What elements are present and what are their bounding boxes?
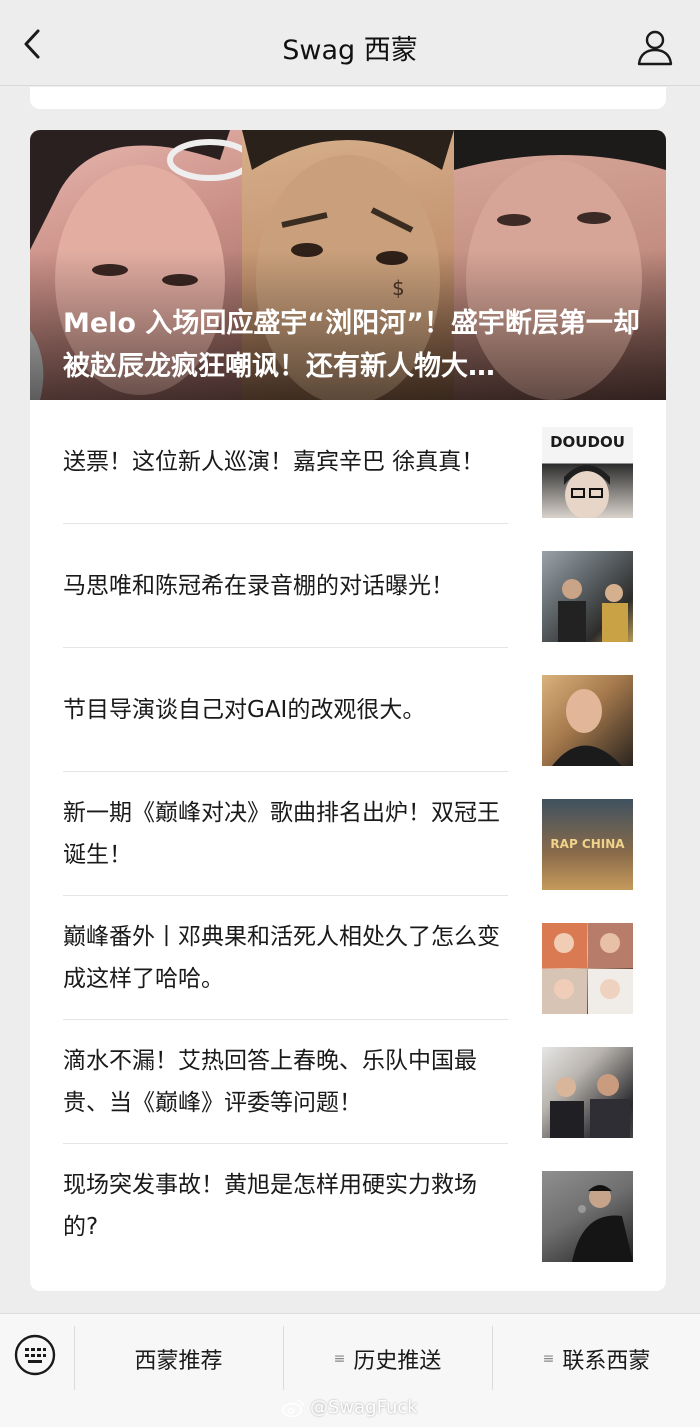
- menu-item-contact[interactable]: ≡ 联系西蒙: [493, 1314, 700, 1404]
- article-item-4[interactable]: 新一期《巅峰对决》歌曲排名出炉！双冠王诞生！ RAP CHINA: [30, 772, 666, 896]
- chevron-left-icon: [24, 29, 40, 59]
- article-thumbnail: [542, 675, 633, 766]
- keyboard-toggle-button[interactable]: [14, 1334, 56, 1376]
- menu-item-label: 西蒙推荐: [134, 1349, 223, 1374]
- menu-item-label: 联系西蒙: [562, 1349, 651, 1374]
- back-button[interactable]: [14, 26, 50, 62]
- article-list: 送票！这位新人巡演！嘉宾辛巴 徐真真！ DOUDOU 马思唯和陈冠希在录音棚的对…: [30, 400, 666, 1268]
- article-title: 现场突发事故！黄旭是怎样用硬实力救场的?: [63, 1172, 477, 1240]
- featured-article[interactable]: $ Melo 入场回应盛宇“浏阳河”！盛宇断层第一却被赵辰龙疯狂嘲讽！还有新人物…: [30, 130, 666, 400]
- article-item-6[interactable]: 滴水不漏！艾热回答上春晚、乐队中国最贵、当《巅峰》评委等问题！: [30, 1020, 666, 1144]
- watermark-text: @SwagFuck: [310, 1397, 418, 1418]
- thumbnail-logo-text: RAP CHINA: [550, 837, 625, 851]
- top-nav-bar: Swag 西蒙: [0, 0, 700, 86]
- article-title: 滴水不漏！艾热回答上春晚、乐队中国最贵、当《巅峰》评委等问题！: [63, 1048, 477, 1116]
- article-title: 马思唯和陈冠希在录音棚的对话曝光！: [63, 573, 454, 599]
- user-icon: [637, 30, 673, 66]
- article-title: 新一期《巅峰对决》歌曲排名出炉！双冠王诞生！: [63, 800, 500, 868]
- article-item-3[interactable]: 节目导演谈自己对GAI的改观很大。: [30, 648, 666, 772]
- article-thumbnail: [542, 1047, 633, 1138]
- keyboard-icon: [14, 1334, 56, 1376]
- menu-item-label: 历史推送: [353, 1349, 442, 1374]
- featured-article-title: Melo 入场回应盛宇“浏阳河”！盛宇断层第一却被赵辰龙疯狂嘲讽！还有新人物大…: [63, 308, 640, 382]
- previous-message-card[interactable]: [30, 87, 666, 109]
- menu-item-history[interactable]: ≡ 历史推送: [284, 1314, 491, 1404]
- article-thumbnail: [542, 923, 633, 1014]
- article-item-1[interactable]: 送票！这位新人巡演！嘉宾辛巴 徐真真！ DOUDOU: [30, 400, 666, 524]
- article-title: 送票！这位新人巡演！嘉宾辛巴 徐真真！: [63, 449, 485, 475]
- article-thumbnail: [542, 1171, 633, 1262]
- submenu-icon: ≡: [333, 1351, 346, 1367]
- article-title: 节目导演谈自己对GAI的改观很大。: [63, 697, 426, 723]
- weibo-logo-icon: [282, 1399, 304, 1417]
- menu-item-recommend[interactable]: 西蒙推荐: [75, 1314, 282, 1404]
- profile-button[interactable]: [636, 28, 674, 66]
- submenu-icon: ≡: [542, 1351, 555, 1367]
- article-item-7[interactable]: 现场突发事故！黄旭是怎样用硬实力救场的?: [30, 1144, 666, 1268]
- article-item-2[interactable]: 马思唯和陈冠希在录音棚的对话曝光！: [30, 524, 666, 648]
- article-thumbnail: RAP CHINA: [542, 799, 633, 890]
- watermark: @SwagFuck: [282, 1397, 418, 1418]
- article-item-5[interactable]: 巅峰番外丨邓典果和活死人相处久了怎么变成这样了哈哈。: [30, 896, 666, 1020]
- article-card: $ Melo 入场回应盛宇“浏阳河”！盛宇断层第一却被赵辰龙疯狂嘲讽！还有新人物…: [30, 130, 666, 1291]
- page-title: Swag 西蒙: [282, 35, 418, 66]
- article-title: 巅峰番外丨邓典果和活死人相处久了怎么变成这样了哈哈。: [63, 924, 500, 992]
- article-thumbnail: [542, 551, 633, 642]
- article-thumbnail: DOUDOU: [542, 427, 633, 518]
